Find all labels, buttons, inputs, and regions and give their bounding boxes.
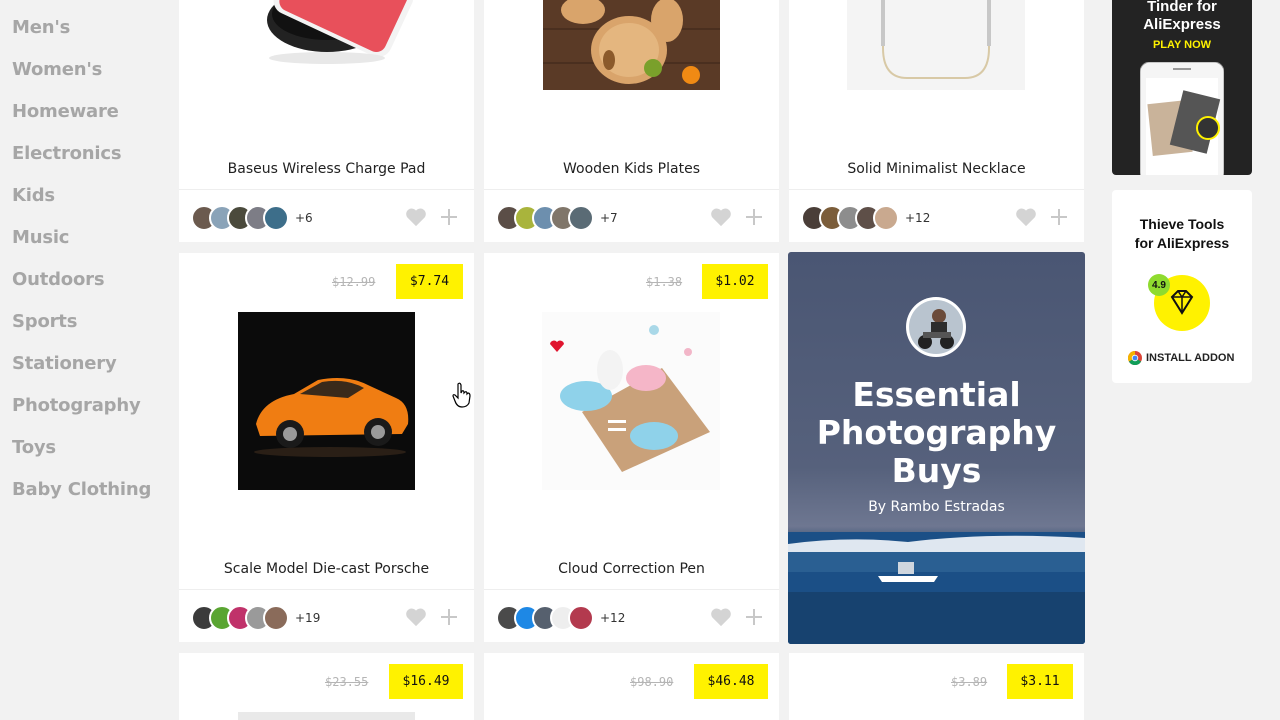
product-image[interactable] — [847, 0, 1025, 90]
saved-by-avatars[interactable]: +6 — [191, 205, 313, 231]
ad-title: AliExpress — [1143, 16, 1221, 33]
avatar — [263, 205, 289, 231]
saved-by-count: +19 — [295, 611, 321, 625]
avatar — [568, 605, 594, 631]
product-card-wooden-plates[interactable]: Wooden Kids Plates +7 — [484, 0, 779, 242]
card-divider — [179, 589, 474, 590]
card-divider — [484, 189, 779, 190]
feature-collection-card[interactable]: Essential Photography Buys By Rambo Estr… — [788, 252, 1085, 644]
saved-by-avatars[interactable]: +12 — [496, 605, 625, 631]
product-title[interactable]: Baseus Wireless Charge Pad — [179, 161, 474, 177]
original-price: $3.89 — [951, 675, 988, 689]
product-card[interactable]: $23.55 $16.49 — [179, 653, 474, 720]
product-title[interactable]: Scale Model Die-cast Porsche — [179, 561, 474, 577]
category-womens[interactable]: Women's — [12, 59, 102, 80]
product-image[interactable] — [238, 712, 415, 720]
feature-author[interactable]: By Rambo Estradas — [788, 499, 1085, 515]
category-outdoors[interactable]: Outdoors — [12, 269, 105, 290]
category-toys[interactable]: Toys — [12, 437, 56, 458]
category-mens[interactable]: Men's — [12, 17, 70, 38]
category-homeware[interactable]: Homeware — [12, 101, 119, 122]
install-addon-button[interactable]: INSTALL ADDON — [1128, 351, 1234, 365]
price-tag[interactable]: $1.02 — [702, 264, 768, 299]
price-tag[interactable]: $46.48 — [694, 664, 768, 699]
card-divider — [179, 189, 474, 190]
price-tag[interactable]: $7.74 — [396, 264, 463, 299]
heart-icon[interactable] — [710, 607, 732, 627]
saved-by-count: +7 — [600, 211, 618, 225]
add-icon[interactable] — [744, 207, 764, 227]
category-photography[interactable]: Photography — [12, 395, 141, 416]
saved-by-avatars[interactable]: +12 — [801, 205, 930, 231]
product-card-cloud-pen[interactable]: $1.38 $1.02 Cloud Correction Pen +12 — [484, 253, 779, 642]
category-sports[interactable]: Sports — [12, 311, 77, 332]
card-divider — [789, 189, 1084, 190]
add-icon[interactable] — [744, 607, 764, 627]
author-avatar[interactable] — [906, 297, 966, 357]
original-price: $98.90 — [630, 675, 674, 689]
product-card-necklace[interactable]: Solid Minimalist Necklace +12 — [789, 0, 1084, 242]
ad-title-line: Thieve Tools — [1139, 216, 1225, 232]
add-icon[interactable] — [439, 207, 459, 227]
feature-title[interactable]: Essential Photography Buys — [788, 376, 1085, 490]
avatar — [873, 205, 899, 231]
product-title[interactable]: Wooden Kids Plates — [484, 161, 779, 177]
rating-badge: 4.9 — [1148, 274, 1170, 296]
product-title[interactable]: Solid Minimalist Necklace — [789, 161, 1084, 177]
add-icon[interactable] — [1049, 207, 1069, 227]
category-music[interactable]: Music — [12, 227, 69, 248]
ad-title: Thieve Tools for AliExpress — [1112, 215, 1252, 253]
avatar — [263, 605, 289, 631]
product-title[interactable]: Cloud Correction Pen — [484, 561, 779, 577]
add-icon[interactable] — [439, 607, 459, 627]
thieve-tools-ad[interactable]: Thieve Tools for AliExpress 4.9 INSTALL … — [1112, 190, 1252, 383]
ocean-image — [788, 532, 1085, 644]
product-image[interactable] — [238, 312, 415, 490]
product-card[interactable]: $98.90 $46.48 — [484, 653, 779, 720]
feature-title-line: Buys — [891, 451, 982, 490]
original-price: $12.99 — [332, 275, 376, 289]
original-price: $1.38 — [646, 275, 683, 289]
saved-by-count: +6 — [295, 211, 313, 225]
card-divider — [484, 589, 779, 590]
product-card-charge-pad[interactable]: Baseus Wireless Charge Pad +6 — [179, 0, 474, 242]
category-kids[interactable]: Kids — [12, 185, 55, 206]
ad-title-line: for AliExpress — [1134, 235, 1230, 251]
feature-title-line: Essential — [852, 375, 1021, 414]
saved-by-count: +12 — [600, 611, 626, 625]
product-image[interactable] — [179, 0, 474, 100]
avatar — [568, 205, 594, 231]
feature-title-line: Photography — [816, 413, 1057, 452]
category-sidebar: Men's Women's Homeware Electronics Kids … — [0, 0, 170, 720]
saved-by-avatars[interactable]: +7 — [496, 205, 618, 231]
hand-cursor-icon — [452, 382, 471, 408]
saved-by-avatars[interactable]: +19 — [191, 605, 320, 631]
install-addon-label: INSTALL ADDON — [1146, 352, 1235, 364]
category-stationery[interactable]: Stationery — [12, 353, 117, 374]
heart-icon[interactable] — [1015, 207, 1037, 227]
product-image[interactable] — [542, 312, 720, 490]
original-price: $23.55 — [325, 675, 369, 689]
category-electronics[interactable]: Electronics — [12, 143, 122, 164]
tinder-aliexpress-ad[interactable]: Tinder for AliExpress PLAY NOW — [1112, 0, 1252, 175]
price-tag[interactable]: $16.49 — [389, 664, 463, 699]
ad-title: Tinder for — [1147, 0, 1217, 15]
heart-icon[interactable] — [405, 607, 427, 627]
phone-illustration — [1140, 62, 1224, 175]
category-baby-clothing[interactable]: Baby Clothing — [12, 479, 151, 500]
price-tag[interactable]: $3.11 — [1007, 664, 1073, 699]
saved-by-count: +12 — [905, 211, 931, 225]
chrome-icon — [1128, 351, 1142, 365]
heart-icon[interactable] — [405, 207, 427, 227]
product-image[interactable] — [543, 0, 720, 90]
product-card-porsche[interactable]: $12.99 $7.74 Scale Model Die-cast Porsch… — [179, 253, 474, 642]
product-card[interactable]: $3.89 $3.11 — [789, 653, 1084, 720]
play-now-label[interactable]: PLAY NOW — [1112, 39, 1252, 51]
heart-icon[interactable] — [710, 207, 732, 227]
